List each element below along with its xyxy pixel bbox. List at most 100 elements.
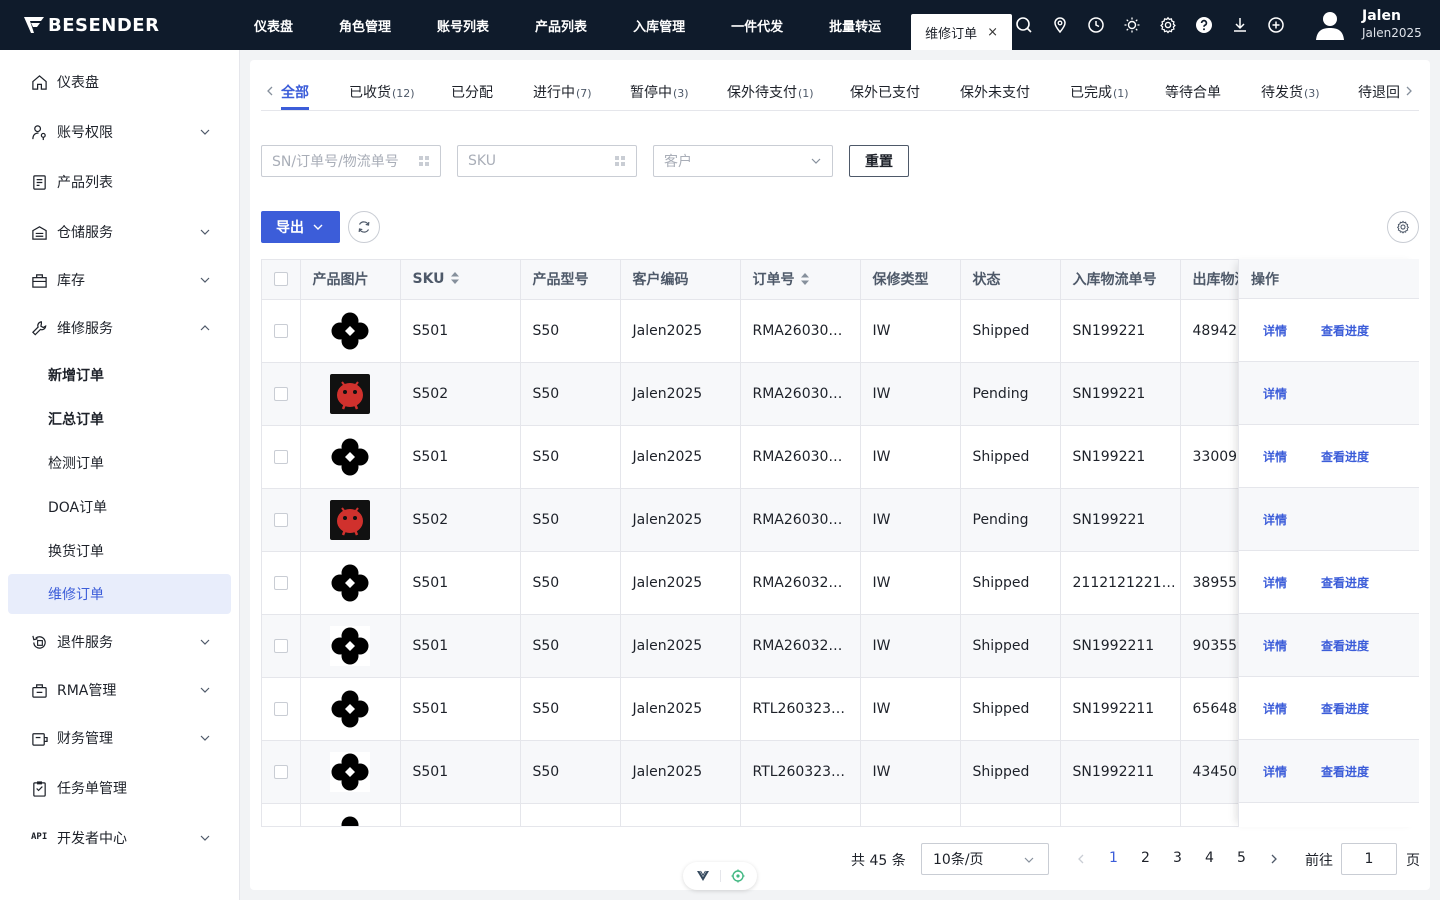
search-input[interactable]: SN/订单号/物流单号 [261,145,441,177]
tab-1[interactable]: 已收货(12) [349,82,415,102]
sidebar-item-4[interactable]: 库存 [8,260,231,300]
product-thumb-clover[interactable] [329,814,370,828]
sidebar-item-5[interactable]: 维修服务 [8,308,231,348]
detail-link[interactable]: 详情 [1263,322,1287,339]
reset-button[interactable]: 重置 [849,145,909,177]
progress-link[interactable]: 查看进度 [1321,763,1369,780]
location-icon[interactable] [1050,15,1070,35]
row-checkbox[interactable] [274,638,288,653]
row-checkbox[interactable] [274,386,288,401]
detail-link[interactable]: 详情 [1263,448,1287,465]
sort-icon[interactable] [450,271,460,285]
detail-link[interactable]: 详情 [1263,574,1287,591]
tab-5[interactable]: 保外待支付(1) [727,82,814,102]
progress-link[interactable]: 查看进度 [1321,322,1369,339]
sidebar-item-3[interactable]: 仓储服务 [8,212,231,252]
progress-link[interactable]: 查看进度 [1321,574,1369,591]
sidebar-item-6[interactable]: 退件服务 [8,622,231,662]
top-nav-item-6[interactable]: 批量转运 [813,0,897,50]
product-thumb-clover[interactable] [329,436,370,477]
customer-select[interactable]: 客户 [653,145,833,177]
avatar[interactable] [1314,9,1346,41]
top-nav-item-3[interactable]: 产品列表 [519,0,603,50]
tab-0[interactable]: 全部 [281,82,309,102]
top-nav-item-0[interactable]: 仪表盘 [238,0,309,50]
sidebar-item-10[interactable]: API 开发者中心 [8,818,231,858]
export-button[interactable]: 导出 [261,211,340,243]
detail-link[interactable]: 详情 [1263,511,1287,528]
progress-link[interactable]: 查看进度 [1321,448,1369,465]
row-checkbox[interactable] [274,764,288,779]
sidebar-subitem-0[interactable]: 新增订单 [8,355,231,395]
sidebar-item-2[interactable]: 产品列表 [8,162,231,202]
tab-7[interactable]: 保外未支付 [960,82,1030,102]
product-thumb-clover[interactable] [329,625,370,666]
tab-6[interactable]: 保外已支付 [850,82,920,102]
tab-9[interactable]: 等待合单 [1165,82,1221,102]
page-number-5[interactable]: 5 [1237,850,1246,866]
refresh-button[interactable] [348,211,380,243]
sidebar-subitem-4[interactable]: 换货订单 [8,531,231,571]
detail-link[interactable]: 详情 [1263,385,1287,402]
row-checkbox[interactable] [274,512,288,527]
progress-link[interactable]: 查看进度 [1321,700,1369,717]
product-thumb-clover[interactable] [329,562,370,603]
row-checkbox[interactable] [274,575,288,590]
tab-3[interactable]: 进行中(7) [533,82,592,102]
gear-icon[interactable] [1158,15,1178,35]
select-all-checkbox[interactable] [274,272,288,287]
sidebar-subitem-3[interactable]: DOA订单 [8,487,231,527]
tab-scroll-right-icon[interactable] [1404,85,1414,97]
vue-icon[interactable] [696,869,710,883]
sidebar-subitem-5[interactable]: 维修订单 [8,574,231,614]
sidebar-subitem-2[interactable]: 检测订单 [8,443,231,483]
goto-page-input[interactable]: 1 [1341,843,1397,875]
page-number-1[interactable]: 1 [1109,850,1118,866]
page-number-4[interactable]: 4 [1205,850,1214,866]
top-nav-item-5[interactable]: 一件代发 [715,0,799,50]
sidebar-item-1[interactable]: 账号权限 [8,112,231,152]
grid-icon[interactable] [418,155,430,167]
product-thumb-clover[interactable] [329,310,370,351]
row-checkbox[interactable] [274,701,288,716]
tab-10[interactable]: 待发货(3) [1261,82,1320,102]
sku-input[interactable]: SKU [457,145,637,177]
tab-8[interactable]: 已完成(1) [1070,82,1129,102]
top-nav-item-1[interactable]: 角色管理 [323,0,407,50]
page-number-3[interactable]: 3 [1173,850,1182,866]
top-nav-item-4[interactable]: 入库管理 [617,0,701,50]
user-name[interactable]: Jalen [1362,8,1401,24]
table-settings-button[interactable] [1387,211,1419,243]
detail-link[interactable]: 详情 [1263,637,1287,654]
tab-11[interactable]: 待退回 [1358,82,1400,102]
sidebar-item-7[interactable]: RMA管理 [8,670,231,710]
help-icon[interactable] [1194,15,1214,35]
grid-icon[interactable] [614,155,626,167]
row-checkbox[interactable] [274,323,288,338]
header-order-no[interactable]: 订单号 [740,260,861,300]
clock-icon[interactable] [1086,15,1106,35]
product-thumb-red[interactable] [329,499,370,540]
search-icon[interactable] [1014,15,1034,35]
tab-scroll-left-icon[interactable] [265,85,275,97]
product-thumb-clover[interactable] [329,688,370,729]
product-thumb-red[interactable] [329,373,370,414]
tab-4[interactable]: 暂停中(3) [630,82,689,102]
chevron-down-icon[interactable] [981,17,997,33]
top-nav-item-2[interactable]: 账号列表 [421,0,505,50]
target-icon[interactable] [731,869,745,883]
page-number-2[interactable]: 2 [1141,850,1150,866]
plus-circle-icon[interactable] [1266,15,1286,35]
detail-link[interactable]: 详情 [1263,700,1287,717]
page-size-select[interactable]: 10条/页 [921,843,1049,875]
detail-link[interactable]: 详情 [1263,763,1287,780]
sidebar-item-0[interactable]: 仪表盘 [8,62,231,102]
progress-link[interactable]: 查看进度 [1321,637,1369,654]
row-checkbox[interactable] [274,449,288,464]
sort-icon[interactable] [800,272,810,286]
next-page-icon[interactable] [1268,853,1280,865]
sidebar-subitem-1[interactable]: 汇总订单 [8,399,231,439]
header-sku[interactable]: SKU [400,260,521,300]
product-thumb-clover[interactable] [329,751,370,792]
download-icon[interactable] [1230,15,1250,35]
